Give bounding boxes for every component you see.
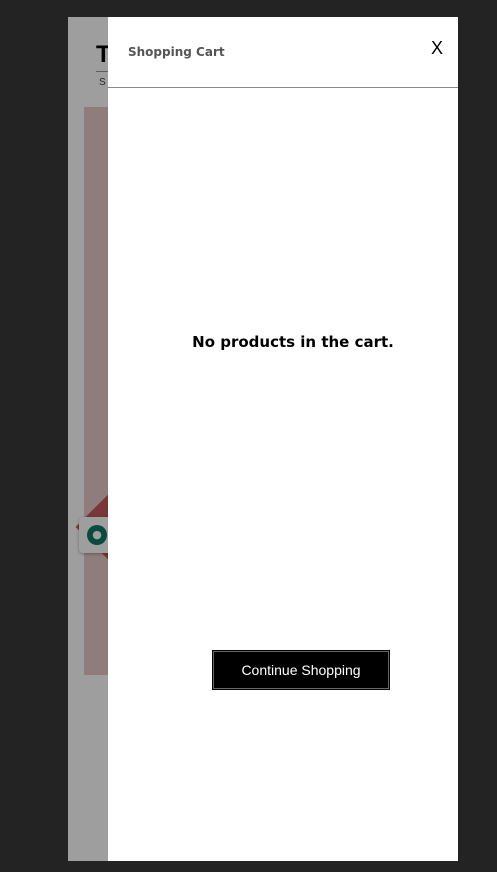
close-cart-button[interactable]: X [426,37,448,59]
cart-title: Shopping Cart [128,45,225,59]
continue-shopping-button[interactable]: Continue Shopping [212,650,390,690]
empty-cart-message: No products in the cart. [192,333,394,351]
cart-drawer: Shopping Cart X No products in the cart.… [108,17,458,861]
cart-drawer-header: Shopping Cart X [108,17,458,88]
mobile-viewport: T S ● Shopping Cart X No products in the… [68,17,458,861]
